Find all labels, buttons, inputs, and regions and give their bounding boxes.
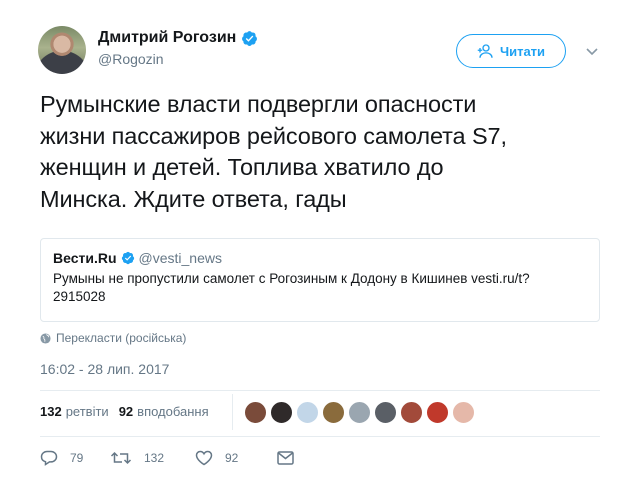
likes-label: вподобання xyxy=(137,404,209,419)
divider xyxy=(40,390,600,391)
liker-avatar[interactable] xyxy=(270,401,293,424)
retweet-count: 132 xyxy=(144,451,165,465)
tweet-timestamp[interactable]: 16:02 - 28 лип. 2017 xyxy=(40,361,169,377)
like-button[interactable]: 92 xyxy=(195,450,277,466)
quoted-author-handle: @vesti_news xyxy=(138,250,222,266)
retweet-button[interactable]: 132 xyxy=(110,450,195,466)
reply-icon xyxy=(40,450,58,466)
author-handle[interactable]: @Rogozin xyxy=(98,51,164,67)
liker-avatar[interactable] xyxy=(322,401,345,424)
liker-avatar[interactable] xyxy=(244,401,267,424)
reply-count: 79 xyxy=(70,451,84,465)
liker-avatar[interactable] xyxy=(296,401,319,424)
quoted-tweet-header: Вести.Ru @vesti_news xyxy=(53,249,587,266)
translate-label[interactable]: Перекласти (російська) xyxy=(56,331,186,345)
tweet-header: Дмитрий Рогозин @Rogozin Читати xyxy=(38,26,608,74)
stats-separator xyxy=(232,394,233,430)
tweet-text-line: Румынские власти подвергли опасности xyxy=(40,91,477,117)
heart-icon xyxy=(195,450,213,466)
liker-avatar[interactable] xyxy=(348,401,371,424)
verified-badge-icon xyxy=(121,251,134,265)
tweet-actions: 79 132 92 xyxy=(40,450,294,466)
quoted-tweet[interactable]: Вести.Ru @vesti_news Румыны не пропустил… xyxy=(40,238,600,322)
globe-icon xyxy=(40,332,51,344)
tweet-text-line: жизни пассажиров рейсового самолета S7, xyxy=(40,122,507,149)
translate-link[interactable]: Перекласти (російська) xyxy=(40,331,186,345)
likes-count: 92 xyxy=(118,404,134,419)
add-user-icon xyxy=(477,44,493,58)
likers-avatars xyxy=(244,401,475,424)
author-name-row[interactable]: Дмитрий Рогозин xyxy=(98,29,258,47)
retweet-icon xyxy=(110,451,132,465)
tweet-menu-button[interactable] xyxy=(582,42,602,62)
like-count: 92 xyxy=(225,451,239,465)
tweet-text-line: Минска. Ждите ответа, гады xyxy=(40,185,347,212)
likes-stat[interactable]: 92 вподобання xyxy=(119,404,209,419)
follow-button[interactable]: Читати xyxy=(456,34,566,68)
tweet-text: Румынские власти подвергли опасности жиз… xyxy=(40,89,610,215)
quoted-tweet-text: Румыны не пропустили самолет с Рогозиным… xyxy=(53,271,530,304)
liker-avatar[interactable] xyxy=(400,401,423,424)
verified-badge-icon xyxy=(242,30,258,46)
liker-avatar[interactable] xyxy=(452,401,475,424)
retweets-label: ретвіти xyxy=(65,404,109,419)
reply-button[interactable]: 79 xyxy=(40,450,110,466)
liker-avatar[interactable] xyxy=(374,401,397,424)
divider xyxy=(40,436,600,437)
chevron-down-icon xyxy=(586,48,598,56)
quoted-author-name: Вести.Ru xyxy=(53,250,117,266)
author-avatar[interactable] xyxy=(38,26,86,74)
envelope-icon xyxy=(277,451,294,465)
author-name[interactable]: Дмитрий Рогозин xyxy=(98,29,236,47)
retweets-stat[interactable]: 132 ретвіти xyxy=(40,404,109,419)
liker-avatar[interactable] xyxy=(426,401,449,424)
direct-message-button[interactable] xyxy=(277,451,294,465)
follow-button-label: Читати xyxy=(499,43,546,59)
retweets-count: 132 xyxy=(40,404,62,419)
tweet-stats: 132 ретвіти 92 вподобання xyxy=(40,404,219,419)
tweet-text-line: женщин и детей. Топлива хватило до xyxy=(40,154,444,180)
